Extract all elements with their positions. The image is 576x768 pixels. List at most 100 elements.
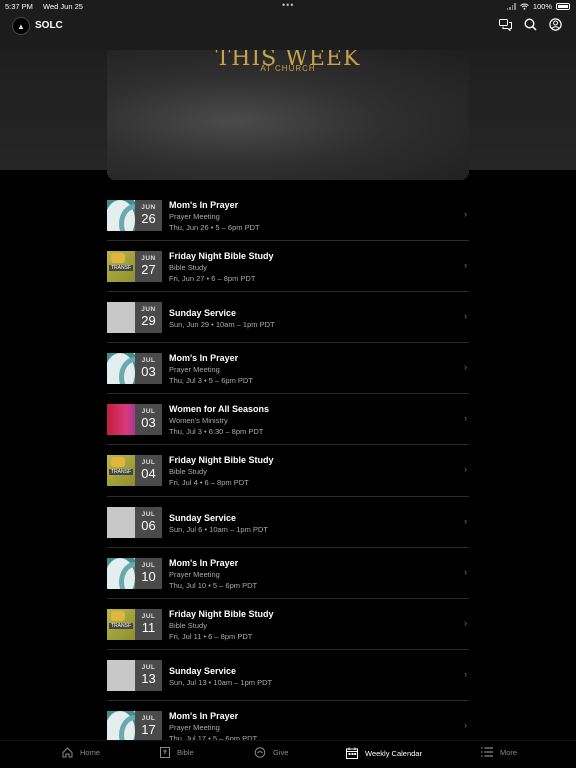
tab-give[interactable]: Give <box>254 747 288 758</box>
battery-icon <box>556 3 570 10</box>
event-info: Sunday Service Sun, Jun 29 • 10am – 1pm P… <box>169 307 275 331</box>
profile-icon[interactable] <box>549 18 562 31</box>
event-date-badge: JUL 03 <box>135 353 162 385</box>
chevron-right-icon: › <box>464 260 467 271</box>
top-nav-bar: ▲ SOLC <box>0 12 576 50</box>
event-month: JUL <box>141 612 156 620</box>
event-row[interactable]: JUL 13 Sunday Service Sun, Jul 13 • 10am – … <box>107 650 469 701</box>
event-row[interactable]: JUN27 Friday Night Bible StudyBible Study… <box>107 241 469 293</box>
event-title: Friday Night Bible Study <box>169 251 274 262</box>
event-day: 29 <box>141 313 156 329</box>
event-thumbnail: JUN 26 <box>107 200 162 231</box>
status-date: Wed Jun 25 <box>43 2 83 11</box>
event-month: JUL <box>141 459 156 467</box>
tab-more[interactable]: More <box>481 747 517 757</box>
event-title: Mom's In Prayer <box>169 353 239 364</box>
home-icon <box>62 747 73 758</box>
chevron-right-icon: › <box>464 617 467 628</box>
event-thumbnail: JUL 03 <box>107 404 162 436</box>
event-time: Thu, Jun 26 • 5 – 6pm PDT <box>169 223 260 232</box>
this-week-banner[interactable]: THIS WEEK AT CHURCH <box>107 50 469 180</box>
event-date-badge: JUN 29 <box>135 302 162 334</box>
chevron-right-icon: › <box>464 515 467 526</box>
event-thumbnail: JUN 29 <box>107 302 162 334</box>
event-category: Bible Study <box>169 263 207 273</box>
event-thumbnail: JUL11 <box>107 608 162 640</box>
event-time: Sun, Jun 29 • 10am – 1pm PDT <box>169 320 275 330</box>
event-thumbnail: JUL 06 <box>107 506 162 538</box>
event-info: Friday Night Bible Study Bible Study Fri, … <box>169 608 274 643</box>
event-title: Mom's In Prayer <box>169 200 239 210</box>
event-day: 10 <box>141 568 156 584</box>
event-time: Thu, Jul 10 • 5 – 6pm PDT <box>169 580 258 590</box>
event-month: JUL <box>141 714 156 722</box>
tab-weekly-calendar[interactable]: Weekly Calendar <box>346 747 422 759</box>
event-month: JUL <box>141 561 156 569</box>
event-thumbnail: JUL04 <box>107 455 162 487</box>
messages-icon[interactable] <box>499 18 512 31</box>
event-time: Fri, Jul 11 • 6 – 8pm PDT <box>169 631 253 641</box>
event-row[interactable]: JUL04 Friday Night Bible StudyBible Study… <box>107 445 469 497</box>
event-row[interactable]: JUN 29 Sunday Service Sun, Jun 29 • 10am – … <box>107 292 469 344</box>
event-row[interactable]: JUL 03 Mom's In Prayer Prayer Meeting Thu, J… <box>107 343 469 395</box>
event-title: Sunday Service <box>169 665 237 676</box>
event-row[interactable]: JUL11 Friday Night Bible StudyBible Study… <box>107 599 469 650</box>
event-info: Friday Night Bible Study Bible Study Fri, … <box>169 250 274 285</box>
event-row[interactable]: JUL 03 Women for All Seasons Women's Minist… <box>107 394 469 446</box>
church-logo-icon[interactable]: ▲ <box>12 17 30 35</box>
event-row[interactable]: JUL 10 Mom's In Prayer Prayer Meeting Thu, J… <box>107 548 469 599</box>
calendar-icon <box>346 747 358 759</box>
event-info: Friday Night Bible Study Bible Study Fri, … <box>169 454 274 489</box>
event-category: Prayer Meeting <box>169 722 220 732</box>
event-time: Sun, Jul 6 • 10am – 1pm PDT <box>169 524 268 534</box>
event-day: 17 <box>141 721 156 737</box>
tab-label: More <box>500 747 518 757</box>
event-date-badge: JUL 17 <box>135 710 162 742</box>
event-date-badge: JUL 11 <box>135 608 162 640</box>
event-time: Thu, Jul 3 • 6:30 – 8pm PDT <box>169 427 264 437</box>
event-title: Sunday Service <box>169 308 237 319</box>
search-icon[interactable] <box>524 18 537 31</box>
event-time: Thu, Jul 3 • 5 – 6pm PDT <box>169 376 253 386</box>
event-category: Prayer Meeting <box>169 365 220 375</box>
event-category: Bible Study <box>169 467 207 477</box>
event-day: 27 <box>141 262 156 278</box>
tab-home[interactable]: Home <box>62 747 100 758</box>
event-time: Fri, Jul 4 • 6 – 8pm PDT <box>169 478 249 488</box>
event-title: Mom's In Prayer <box>169 710 239 721</box>
event-day: 13 <box>141 670 156 686</box>
event-month: JUL <box>141 510 156 518</box>
event-date-badge: JUL 03 <box>135 404 162 436</box>
multitasking-dots-icon[interactable]: ••• <box>282 0 294 10</box>
event-date-badge: JUL 04 <box>135 455 162 487</box>
chevron-right-icon: › <box>464 311 467 322</box>
event-thumbnail: JUL 03 <box>107 353 162 385</box>
event-title: Women for All Seasons <box>169 404 270 415</box>
signal-icon <box>506 3 516 10</box>
event-date-badge: JUN 27 <box>135 251 162 283</box>
chevron-right-icon: › <box>464 719 467 730</box>
event-month: JUL <box>141 663 156 671</box>
event-thumbnail: JUN27 <box>107 251 162 283</box>
tab-label: Home <box>80 748 101 757</box>
event-category: Prayer Meeting <box>169 212 220 221</box>
event-day: 03 <box>141 415 156 431</box>
event-month: JUL <box>141 357 156 365</box>
event-title: Friday Night Bible Study <box>169 608 274 619</box>
tab-bible[interactable]: Bible <box>160 747 194 758</box>
event-info: Mom's In Prayer Prayer Meeting Thu, Jul 10… <box>169 557 257 592</box>
tab-label: Weekly Calendar <box>365 748 422 758</box>
event-category: Prayer Meeting <box>169 569 220 579</box>
event-title: Mom's In Prayer <box>169 557 239 568</box>
event-title: Sunday Service <box>169 512 237 523</box>
event-row[interactable]: JUL 06 Sunday Service Sun, Jul 6 • 10am – 1… <box>107 497 469 548</box>
event-date-badge: JUN 26 <box>135 200 162 231</box>
event-info: Mom's In Prayer Prayer Meeting Thu, Jul 3 … <box>169 352 253 387</box>
event-info: Women for All Seasons Women's Ministry Thu… <box>169 403 269 438</box>
event-row[interactable]: JUN 26 Mom's In Prayer Prayer Meeting Thu, J… <box>107 190 469 242</box>
bible-icon <box>160 747 170 758</box>
chevron-right-icon: › <box>464 209 467 219</box>
event-info: Mom's In Prayer Prayer Meeting Thu, Jun 26… <box>169 199 260 234</box>
battery-percent: 100% <box>532 2 552 11</box>
event-info: Sunday Service Sun, Jul 6 • 10am – 1pm PD… <box>169 512 268 536</box>
